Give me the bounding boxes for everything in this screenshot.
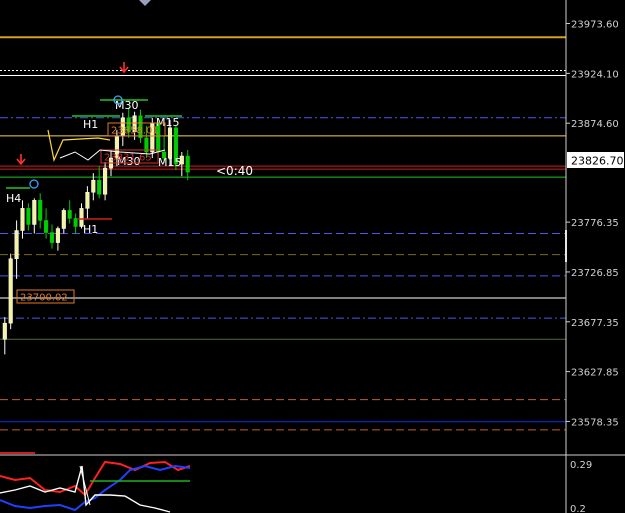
price-box-label: 23831.65 [104, 153, 152, 164]
chart-background [0, 0, 625, 513]
candle-body [167, 127, 173, 159]
price-box-label: 23700.02 [20, 293, 68, 304]
candle-countdown: <0:40 [216, 164, 253, 178]
candle-body [8, 258, 13, 324]
candle-body [73, 218, 78, 227]
price-tick-label: 23776.35 [571, 218, 619, 229]
candle-body [32, 200, 37, 225]
timeframe-label: M30 [115, 99, 139, 112]
trading-chart: H4H1M30M15H1M30 M1523858.0123831.6523700.… [0, 0, 625, 513]
candle-body [85, 192, 90, 209]
candle-body [14, 230, 19, 259]
candle-body [67, 210, 72, 219]
price-tick-label: 23578.35 [571, 417, 619, 428]
indicator-tick-label: 0.2 [570, 504, 586, 513]
price-tick-label: 23973.60 [571, 20, 619, 31]
candle-body [55, 228, 60, 243]
candle-body [26, 208, 31, 225]
timeframe-label: M15 [158, 156, 182, 169]
current-price-label: 23826.70 [571, 155, 624, 168]
timeframe-label: H4 [6, 192, 21, 205]
price-tick-label: 23726.85 [571, 268, 619, 279]
candle-body [61, 210, 66, 229]
timeframe-label: H1 [83, 223, 98, 236]
price-tick-label: 23677.35 [571, 318, 619, 329]
candle-body [38, 200, 43, 221]
price-tick-label: 23924.10 [571, 69, 619, 80]
candle-body [44, 220, 49, 233]
candle-body [2, 322, 7, 340]
candle-body [97, 179, 102, 195]
price-box-label: 23858.01 [111, 126, 159, 137]
current-price-marker: 23826.70 [567, 152, 624, 168]
price-tick-label: 23627.85 [571, 368, 619, 379]
timeframe-label: H1 [83, 118, 98, 131]
candle-body [185, 155, 190, 173]
candle-body [49, 232, 55, 243]
candle-body [20, 208, 25, 231]
candle-body [91, 179, 96, 193]
price-tick-label: 23874.60 [571, 119, 619, 130]
candle-body [103, 167, 108, 195]
indicator-tick-label: 0.29 [570, 460, 592, 471]
